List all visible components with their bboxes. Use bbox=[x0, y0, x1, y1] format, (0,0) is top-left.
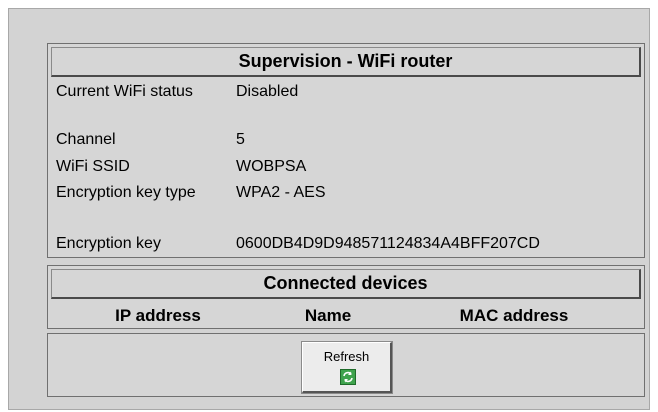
wifi-status-panel: Supervision - WiFi router Current WiFi s… bbox=[47, 43, 645, 258]
refresh-icon bbox=[340, 369, 356, 385]
devices-title: Connected devices bbox=[51, 269, 641, 299]
status-label: Channel bbox=[56, 131, 116, 148]
status-value: WOBPSA bbox=[236, 158, 307, 175]
status-value: Disabled bbox=[236, 83, 299, 100]
refresh-button[interactable]: Refresh bbox=[301, 341, 393, 394]
actions-panel: Refresh bbox=[47, 333, 645, 397]
column-mac-address: MAC address bbox=[459, 306, 569, 325]
status-label: Encryption key type bbox=[56, 184, 196, 201]
status-value: 5 bbox=[236, 131, 245, 148]
status-label: Current WiFi status bbox=[56, 83, 193, 100]
page-frame: Supervision - WiFi router Current WiFi s… bbox=[8, 8, 650, 410]
status-value: WPA2 - AES bbox=[236, 184, 326, 201]
status-label: WiFi SSID bbox=[56, 158, 130, 175]
connected-devices-panel: Connected devices IP address Name MAC ad… bbox=[47, 265, 645, 329]
status-value: 0600DB4D9D948571124834A4BFF207CD bbox=[236, 235, 540, 252]
status-label: Encryption key bbox=[56, 235, 161, 252]
panel-title: Supervision - WiFi router bbox=[51, 47, 641, 77]
refresh-button-label: Refresh bbox=[323, 349, 370, 364]
column-ip-address: IP address bbox=[115, 306, 201, 325]
column-name: Name bbox=[304, 306, 352, 325]
